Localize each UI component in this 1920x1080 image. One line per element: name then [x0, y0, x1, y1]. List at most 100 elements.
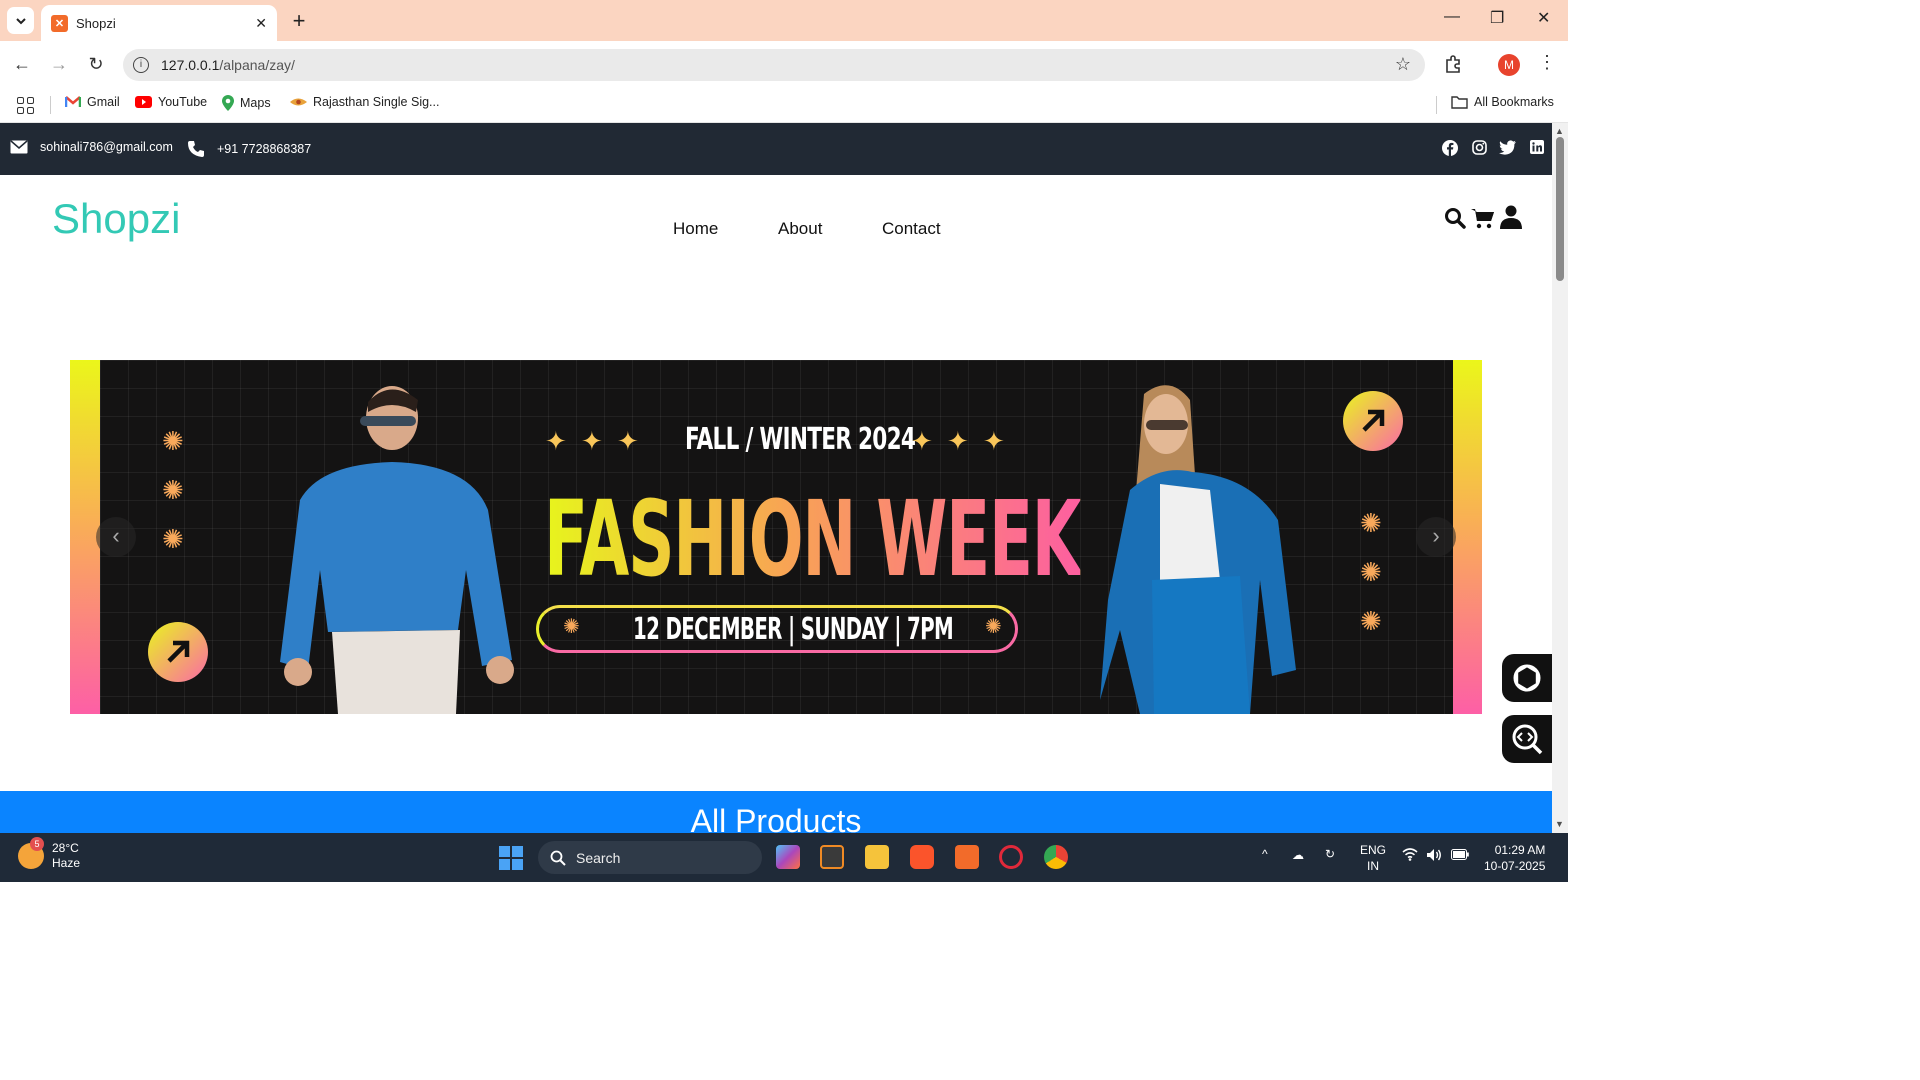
rajasthan-emblem-icon: [290, 98, 307, 106]
close-tab-icon[interactable]: ✕: [255, 15, 267, 32]
linkedin-icon[interactable]: [1529, 140, 1545, 156]
all-bookmarks[interactable]: All Bookmarks: [1451, 95, 1554, 109]
hero-banner: ✦ ✦ ✦ FALL / WINTER 2024 ✦ ✦ ✦ FASHION W…: [70, 360, 1482, 714]
chrome-icon[interactable]: [1044, 845, 1068, 869]
sparkle-icon: ✦: [983, 426, 1005, 456]
section-title: All Products: [690, 803, 862, 833]
copilot-icon[interactable]: [776, 845, 800, 869]
battery-icon[interactable]: [1451, 849, 1469, 863]
taskbar: 5 28°C Haze Search ^ ☁ ↻ ENG IN 01:29 AM …: [0, 833, 1568, 882]
windows-start-icon[interactable]: [499, 846, 523, 870]
xampp-icon[interactable]: [955, 845, 979, 869]
nav-contact[interactable]: Contact: [882, 219, 941, 239]
forward-icon[interactable]: →: [48, 54, 70, 75]
scroll-thumb[interactable]: [1556, 137, 1564, 281]
minimize-icon[interactable]: —: [1444, 8, 1460, 26]
address-bar[interactable]: i 127.0.0.1/alpana/zay/ ☆: [123, 49, 1425, 81]
burst-icon: ✺: [162, 475, 184, 505]
weather-desc: Haze: [52, 856, 81, 870]
folder-icon: [1451, 96, 1468, 109]
scroll-up-icon[interactable]: ▲: [1555, 126, 1564, 136]
brave-browser-icon[interactable]: [910, 845, 934, 869]
tab-search-button[interactable]: [7, 7, 34, 34]
taskbar-search[interactable]: Search: [538, 841, 762, 874]
sparkle-icon: ✦: [947, 426, 969, 456]
search-icon: [550, 850, 566, 866]
system-clock[interactable]: 01:29 AM 10-07-2025: [1484, 842, 1545, 874]
search-icon[interactable]: [1444, 207, 1466, 234]
profile-avatar[interactable]: M: [1498, 54, 1520, 76]
site-header: Shopzi Home About Contact: [0, 175, 1552, 275]
apps-grid-icon[interactable]: [17, 97, 34, 114]
opera-icon[interactable]: [999, 845, 1023, 869]
bookmark-star-icon[interactable]: ☆: [1395, 54, 1411, 75]
page-viewport: sohinali786@gmail.com +91 7728868387 Sho…: [0, 123, 1552, 833]
reload-icon[interactable]: ↻: [85, 54, 107, 75]
sync-icon[interactable]: ↻: [1325, 847, 1335, 861]
file-explorer-icon[interactable]: [865, 845, 889, 869]
tab-title: Shopzi: [76, 15, 116, 31]
bookmark-maps[interactable]: Maps: [222, 95, 271, 111]
sublime-text-icon[interactable]: [820, 845, 844, 869]
divider: [1436, 96, 1437, 114]
window-close-icon[interactable]: ✕: [1537, 8, 1550, 28]
url-text: 127.0.0.1/alpana/zay/: [161, 57, 295, 73]
page-scrollbar[interactable]: ▲ ▼: [1552, 123, 1568, 833]
new-tab-button[interactable]: +: [288, 8, 310, 34]
chevron-down-icon: [15, 17, 26, 24]
site-info-icon[interactable]: i: [133, 57, 149, 73]
gmail-icon: [65, 96, 81, 107]
tab-strip: ✕ Shopzi ✕ + — ❐ ✕: [0, 0, 1568, 41]
banner-date-pill: ✺ 12 DECEMBER | SUNDAY | 7PM ✺: [536, 605, 1018, 653]
female-model-image: [1100, 385, 1296, 714]
browser-menu-icon[interactable]: ⋮: [1538, 52, 1556, 73]
carousel-next-button[interactable]: ›: [1416, 517, 1456, 557]
bookmark-youtube[interactable]: YouTube: [135, 95, 207, 109]
phone-contact[interactable]: +91 7728868387: [187, 140, 311, 158]
banner-date: 12 DECEMBER | SUNDAY | 7PM: [633, 612, 954, 647]
male-model-image: [280, 386, 514, 714]
sparkle-icon: ✦: [911, 426, 933, 456]
burst-icon: ✺: [1360, 508, 1382, 538]
burst-icon: ✺: [162, 524, 184, 554]
weather-temp: 28°C: [52, 841, 79, 855]
instagram-icon[interactable]: [1471, 140, 1487, 156]
phone-icon: [188, 141, 204, 157]
arrow-up-right-icon: [1343, 391, 1403, 451]
taskbar-search-label: Search: [576, 849, 621, 866]
banner-image: ✦ ✦ ✦ FALL / WINTER 2024 ✦ ✦ ✦ FASHION W…: [100, 360, 1453, 714]
extensions-icon[interactable]: [1444, 54, 1464, 79]
divider: [50, 96, 51, 114]
site-logo[interactable]: Shopzi: [52, 195, 180, 243]
weather-widget[interactable]: 5 28°C Haze: [18, 837, 81, 871]
carousel-prev-button[interactable]: ‹: [96, 517, 136, 557]
cart-icon[interactable]: [1471, 207, 1495, 234]
back-icon[interactable]: ←: [11, 54, 33, 75]
chatgpt-widget-icon[interactable]: [1502, 654, 1552, 702]
sparkle-icon: ✦: [617, 426, 639, 456]
show-hidden-icons-icon[interactable]: ^: [1262, 847, 1268, 861]
facebook-icon[interactable]: [1442, 140, 1458, 156]
twitter-icon[interactable]: [1499, 140, 1516, 156]
xampp-favicon-icon: ✕: [51, 14, 68, 32]
burst-icon: ✺: [162, 426, 184, 456]
wifi-icon[interactable]: [1402, 848, 1418, 864]
youtube-icon: [135, 96, 152, 108]
weather-haze-icon: 5: [18, 837, 44, 869]
code-search-widget-icon[interactable]: [1502, 715, 1552, 763]
burst-icon: ✺: [985, 616, 1002, 638]
onedrive-icon[interactable]: ☁: [1292, 848, 1304, 862]
user-icon[interactable]: [1500, 205, 1522, 234]
email-contact[interactable]: sohinali786@gmail.com: [10, 140, 173, 154]
nav-home[interactable]: Home: [673, 219, 718, 239]
language-indicator[interactable]: ENG IN: [1360, 842, 1386, 874]
bookmark-gmail[interactable]: Gmail: [65, 95, 120, 109]
tab-shopzi[interactable]: ✕ Shopzi ✕: [41, 5, 277, 41]
nav-about[interactable]: About: [778, 219, 822, 239]
volume-icon[interactable]: [1426, 848, 1442, 865]
scroll-down-icon[interactable]: ▼: [1555, 819, 1564, 829]
all-products-section: All Products: [0, 791, 1552, 833]
restore-icon[interactable]: ❐: [1490, 8, 1504, 28]
bookmark-rajasthan[interactable]: Rajasthan Single Sig...: [290, 95, 439, 109]
banner-subtitle: FALL / WINTER 2024: [685, 422, 916, 457]
